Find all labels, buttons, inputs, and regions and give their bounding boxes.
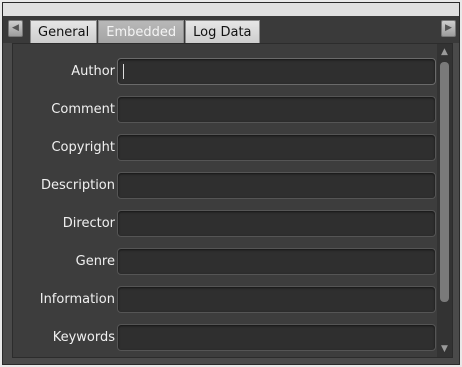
vertical-scrollbar[interactable]: ▲ ▼ (437, 44, 452, 357)
tab-bar-top-strip (3, 3, 459, 16)
description-field[interactable] (117, 172, 436, 199)
field-label: Information (39, 292, 115, 307)
field-label: Keywords (52, 330, 115, 345)
field-label: Description (40, 178, 115, 193)
tab-embedded[interactable]: Embedded (98, 20, 185, 43)
tab-scroll-right-button[interactable]: ▶ (441, 20, 456, 37)
text-caret (123, 64, 124, 79)
genre-field[interactable] (117, 248, 436, 275)
field-row-comment: Comment (13, 91, 436, 129)
scroll-down-button[interactable]: ▼ (437, 341, 452, 357)
scrollbar-thumb[interactable] (440, 62, 449, 302)
tab-bar: ◀ General Embedded Log Data ▶ (3, 3, 459, 43)
metadata-panel: ◀ General Embedded Log Data ▶ Author Com… (2, 2, 460, 365)
comment-field[interactable] (117, 96, 436, 123)
field-row-genre: Genre (13, 243, 436, 281)
embedded-metadata-form: Author Comment Copyright Description Dir… (12, 43, 453, 358)
information-field[interactable] (117, 286, 436, 313)
tab-list: General Embedded Log Data (30, 20, 261, 43)
keywords-field[interactable] (117, 324, 436, 351)
field-row-description: Description (13, 167, 436, 205)
chevron-right-icon: ▶ (445, 23, 452, 33)
field-row-author: Author (13, 53, 436, 91)
field-row-copyright: Copyright (13, 129, 436, 167)
triangle-down-icon: ▼ (441, 344, 448, 354)
scroll-up-button[interactable]: ▲ (437, 44, 452, 60)
field-row-director: Director (13, 205, 436, 243)
field-label: Genre (75, 254, 115, 269)
field-row-keywords: Keywords (13, 319, 436, 357)
field-row-information: Information (13, 281, 436, 319)
field-label: Author (71, 64, 115, 79)
chevron-left-icon: ◀ (12, 23, 19, 33)
author-field[interactable] (117, 58, 436, 85)
tab-scroll-left-button[interactable]: ◀ (8, 20, 23, 37)
field-label: Director (62, 216, 115, 231)
triangle-up-icon: ▲ (441, 47, 448, 57)
field-label: Copyright (51, 140, 115, 155)
director-field[interactable] (117, 210, 436, 237)
field-label: Comment (51, 102, 115, 117)
tab-general[interactable]: General (30, 20, 98, 43)
tab-log-data[interactable]: Log Data (185, 20, 260, 43)
copyright-field[interactable] (117, 134, 436, 161)
